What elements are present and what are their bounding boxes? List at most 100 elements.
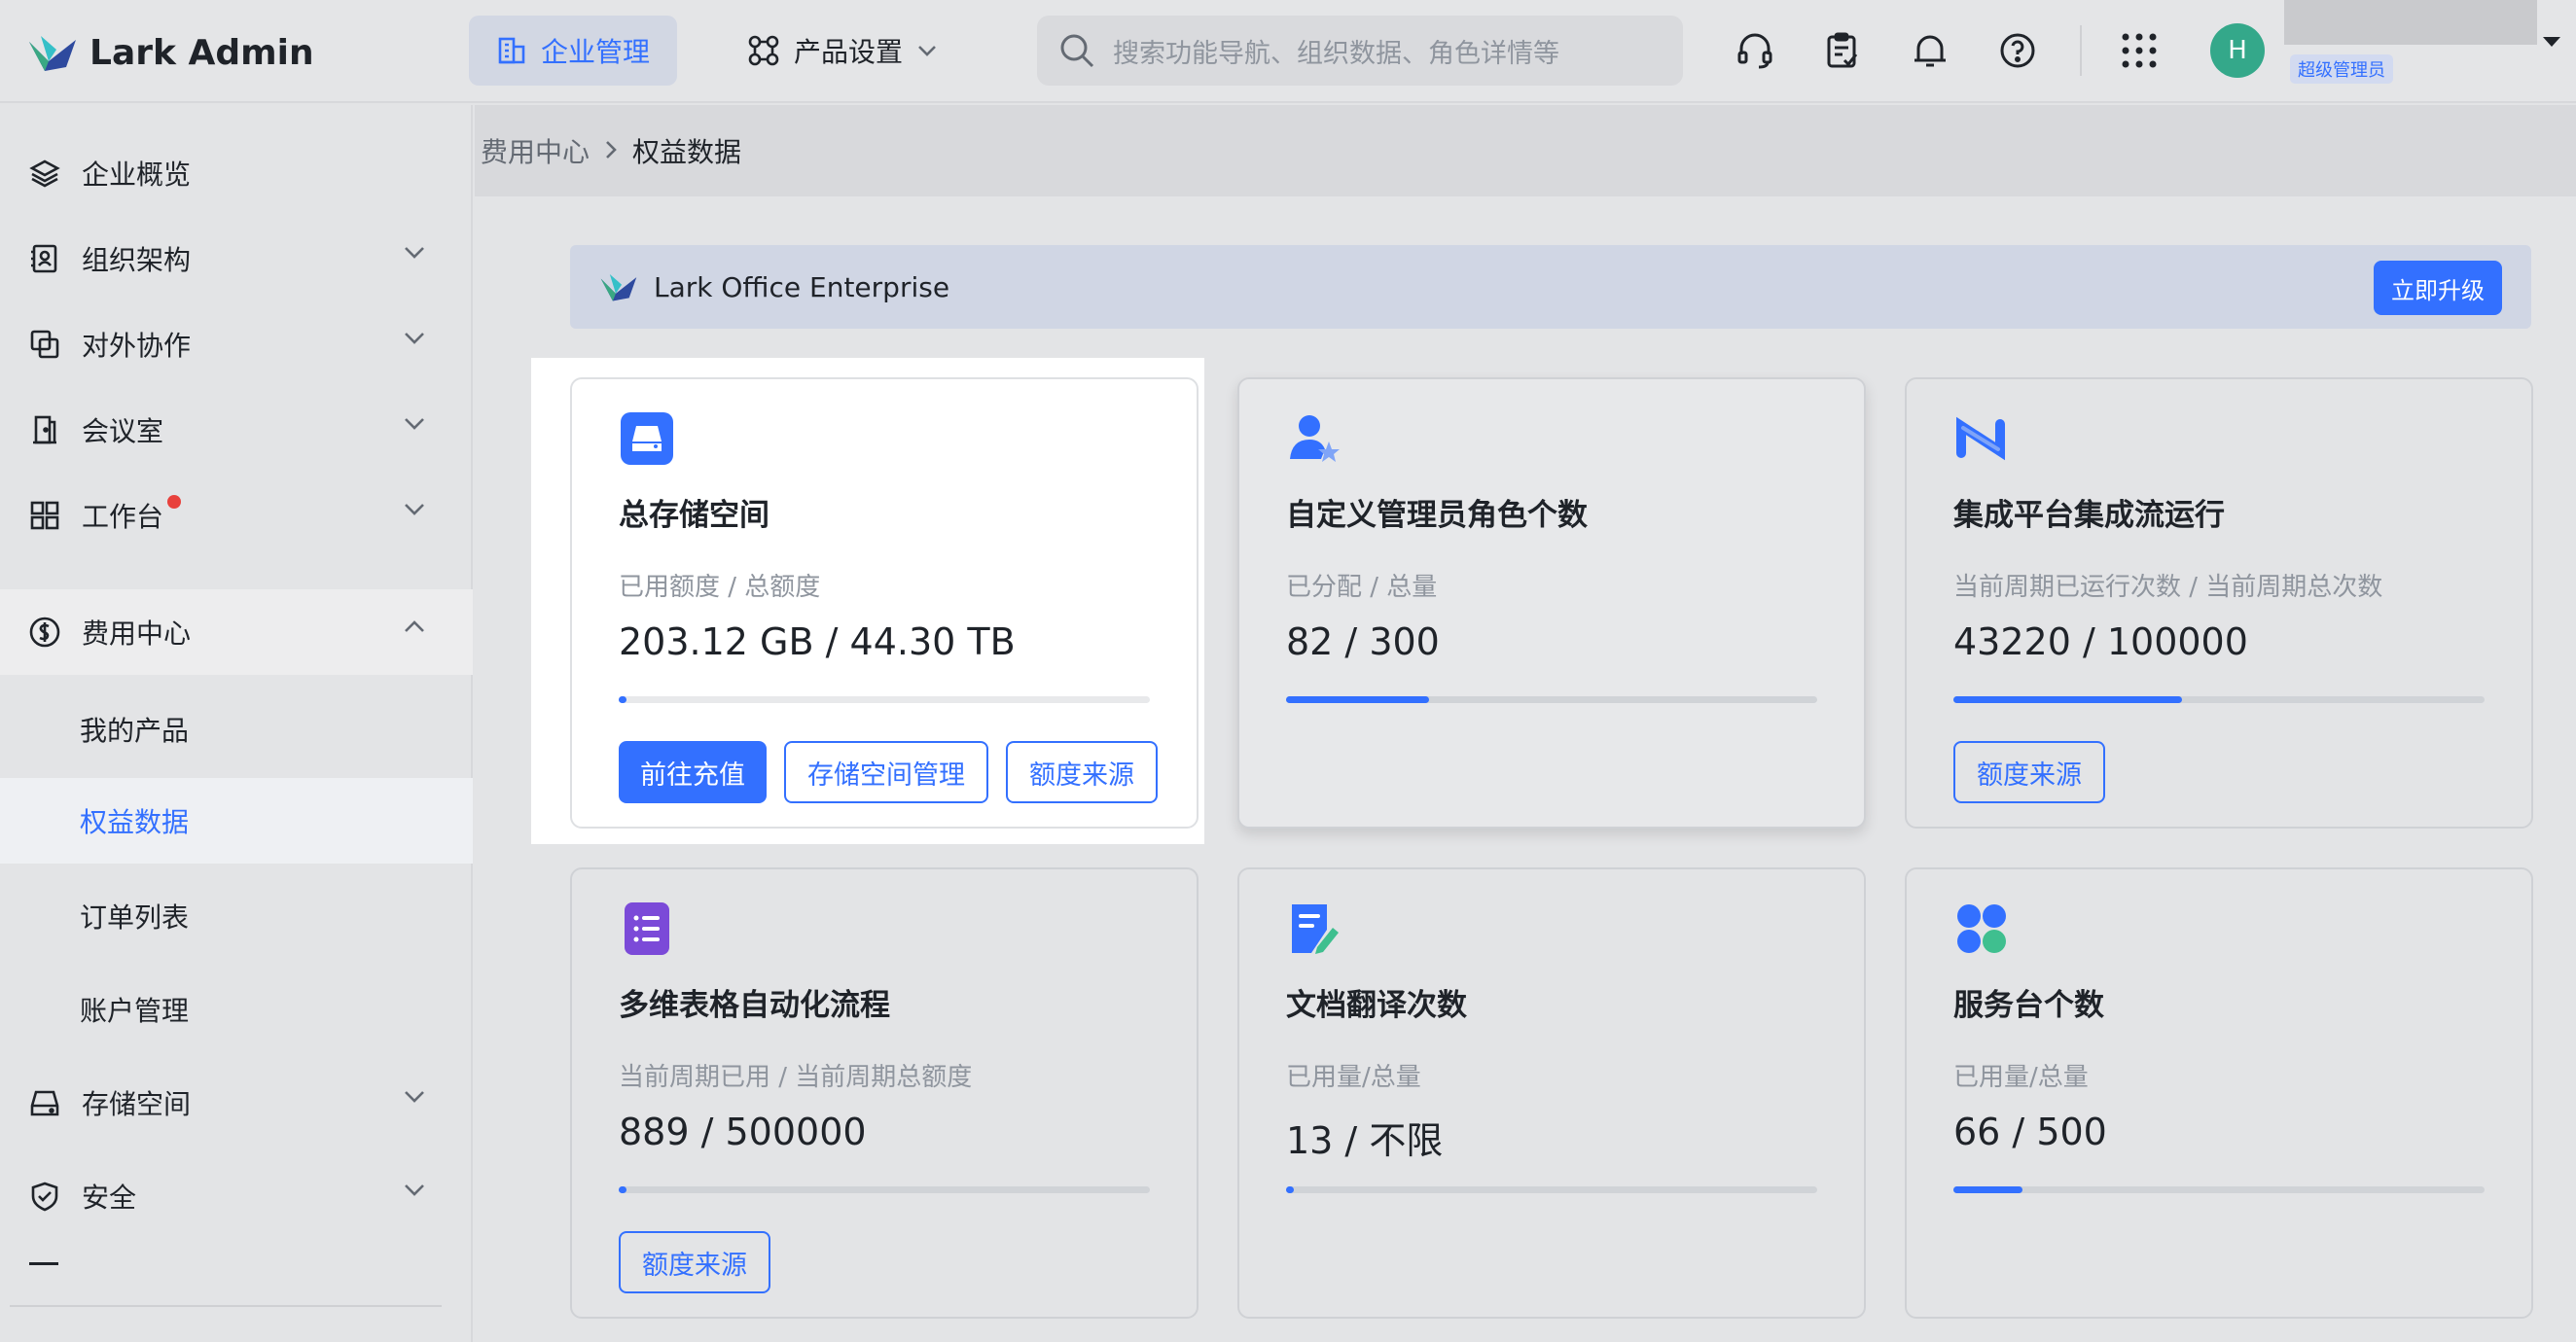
sidebar-item-workplace[interactable]: 工作台 xyxy=(0,473,473,558)
sidebar-item-external[interactable]: 对外协作 xyxy=(0,301,473,387)
sidebar-item-billing[interactable]: 费用中心 xyxy=(0,589,473,675)
sidebar-item-label: 安全 xyxy=(82,1182,137,1214)
sidebar-subitem-orders[interactable]: 订单列表 xyxy=(0,873,473,959)
app-grid-icon[interactable] xyxy=(2116,27,2163,74)
usage-progress-bar xyxy=(619,1186,1150,1193)
card-title: 多维表格自动化流程 xyxy=(619,988,890,1023)
chevron-down-icon xyxy=(405,247,424,259)
card-label: 当前周期已用 / 当前周期总额度 xyxy=(619,1063,973,1092)
collaboration-icon xyxy=(27,327,62,362)
sidebar-subitem-entitlements[interactable]: 权益数据 xyxy=(0,778,473,864)
search-placeholder: 搜索功能导航、组织数据、角色详情等 xyxy=(1113,38,1559,69)
card-title: 自定义管理员角色个数 xyxy=(1286,498,1588,533)
recharge-button[interactable]: 前往充值 xyxy=(619,741,767,803)
breadcrumb-current: 权益数据 xyxy=(632,136,742,168)
progress-fill xyxy=(619,696,626,703)
sidebar-item-storage[interactable]: 存储空间 xyxy=(0,1060,473,1146)
nav-enterprise-label: 企业管理 xyxy=(541,36,651,68)
user-avatar[interactable]: H xyxy=(2210,23,2265,78)
sidebar-item-label: 费用中心 xyxy=(82,618,192,650)
usage-progress-bar xyxy=(1953,696,2485,703)
sidebar-divider xyxy=(10,1305,442,1307)
sidebar-item-label: 对外协作 xyxy=(82,330,192,362)
lark-logo-icon xyxy=(600,274,637,301)
sidebar: 企业概览 组织架构 对外协作 会议室 工作台 费用中心 我的产品 权益数据 订单… xyxy=(0,105,473,1342)
usage-progress-bar xyxy=(1286,1186,1817,1193)
header-divider xyxy=(2080,25,2082,76)
document-edit-icon xyxy=(1286,901,1342,957)
usage-progress-bar xyxy=(1953,1186,2485,1193)
chevron-down-icon xyxy=(2543,37,2560,47)
sidebar-item-meeting-room[interactable]: 会议室 xyxy=(0,387,473,473)
bell-icon[interactable] xyxy=(1907,27,1953,74)
card-value: 82 / 300 xyxy=(1286,620,1440,663)
card-label: 当前周期已运行次数 / 当前周期总次数 xyxy=(1953,573,2383,602)
sidebar-item-overview[interactable]: 企业概览 xyxy=(0,130,473,216)
building-icon xyxy=(498,37,525,64)
nav-enterprise-management[interactable]: 企业管理 xyxy=(469,16,678,86)
plan-name: Lark Office Enterprise xyxy=(654,270,950,303)
chevron-down-icon xyxy=(918,46,936,56)
card-title: 文档翻译次数 xyxy=(1286,988,1467,1023)
chevron-up-icon xyxy=(405,620,424,632)
quota-source-button[interactable]: 额度来源 xyxy=(619,1231,770,1293)
search-input[interactable]: 搜索功能导航、组织数据、角色详情等 xyxy=(1037,16,1683,86)
dollar-icon xyxy=(27,615,62,650)
chevron-down-icon xyxy=(405,333,424,344)
chevron-down-icon xyxy=(405,418,424,430)
quota-source-button[interactable]: 额度来源 xyxy=(1006,741,1158,803)
tenant-switcher[interactable]: 超级管理员 xyxy=(2284,0,2576,103)
lark-logo-icon xyxy=(29,36,76,71)
card-value: 203.12 GB / 44.30 TB xyxy=(619,620,1016,663)
top-bar: Lark Admin 企业管理 产品设置 搜索功能导航、组织数据、角色详情等 H… xyxy=(0,0,2576,103)
card-doc-translation: 文档翻译次数 已用量/总量 13 / 不限 xyxy=(1237,867,1866,1319)
sidebar-item-label: 组织架构 xyxy=(82,244,192,276)
contact-book-icon xyxy=(27,241,62,276)
sidebar-item-label: 企业概览 xyxy=(82,159,192,191)
tenant-name-redacted xyxy=(2284,0,2537,45)
sidebar-subitem-account[interactable]: 账户管理 xyxy=(0,967,473,1052)
plan-banner: Lark Office Enterprise 立即升级 xyxy=(570,245,2531,329)
chevron-down-icon xyxy=(405,504,424,515)
progress-fill xyxy=(1286,1186,1294,1193)
help-icon[interactable] xyxy=(1994,27,2041,74)
shield-icon xyxy=(27,1179,62,1214)
progress-fill xyxy=(1953,1186,2022,1193)
card-label: 已用额度 / 总额度 xyxy=(619,573,821,602)
card-label: 已用量/总量 xyxy=(1953,1063,2089,1092)
card-custom-admin-roles: 自定义管理员角色个数 已分配 / 总量 82 / 300 xyxy=(1237,377,1866,829)
app-logo[interactable]: Lark Admin xyxy=(27,25,314,80)
sidebar-item-label: 会议室 xyxy=(82,415,164,447)
storage-icon xyxy=(619,410,675,467)
sidebar-item-label: 工作台 xyxy=(82,501,164,533)
progress-fill xyxy=(1286,696,1430,703)
breadcrumb-parent[interactable]: 费用中心 xyxy=(481,131,590,170)
card-title: 总存储空间 xyxy=(619,498,769,533)
usage-progress-bar xyxy=(1286,696,1817,703)
clipboard-check-icon[interactable] xyxy=(1819,27,1866,74)
chevron-down-icon xyxy=(405,1184,424,1196)
storage-management-button[interactable]: 存储空间管理 xyxy=(784,741,988,803)
help-desk-icon xyxy=(1953,901,2010,957)
breadcrumb: 费用中心 权益数据 xyxy=(475,105,2576,196)
nav-product-label: 产品设置 xyxy=(794,36,904,68)
card-value: 43220 / 100000 xyxy=(1953,620,2248,663)
sidebar-item-org[interactable]: 组织架构 xyxy=(0,216,473,301)
sidebar-subitem-label: 权益数据 xyxy=(80,806,190,838)
usage-progress-bar xyxy=(619,696,1150,703)
integration-icon xyxy=(1953,410,2010,467)
upgrade-button[interactable]: 立即升级 xyxy=(2374,261,2502,315)
quota-source-button[interactable]: 额度来源 xyxy=(1953,741,2105,803)
door-icon xyxy=(27,412,62,447)
product-settings-icon xyxy=(748,35,779,66)
card-total-storage: 总存储空间 已用额度 / 总额度 203.12 GB / 44.30 TB 前往… xyxy=(570,377,1199,829)
card-label: 已用量/总量 xyxy=(1286,1063,1421,1092)
sidebar-item-cut-off xyxy=(29,1262,58,1276)
progress-fill xyxy=(1953,696,2182,703)
sidebar-subitem-my-products[interactable]: 我的产品 xyxy=(0,687,473,772)
card-bitable-automation: 多维表格自动化流程 当前周期已用 / 当前周期总额度 889 / 500000 … xyxy=(570,867,1199,1319)
main-content: Lark Office Enterprise 立即升级 总存储空间 已用额度 /… xyxy=(475,196,2576,1342)
nav-product-settings[interactable]: 产品设置 xyxy=(720,16,965,86)
headset-icon[interactable] xyxy=(1732,27,1778,74)
sidebar-item-security[interactable]: 安全 xyxy=(0,1153,473,1239)
